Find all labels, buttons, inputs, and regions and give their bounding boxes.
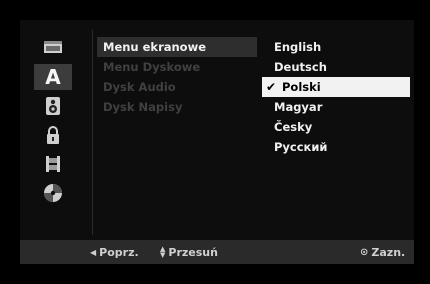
- menu-item-menu-dyskowe[interactable]: Menu Dyskowe: [97, 57, 257, 77]
- language-option-cesky[interactable]: Česky: [262, 117, 410, 137]
- language-icon-glyph: A: [45, 65, 61, 89]
- lock-icon[interactable]: [34, 122, 72, 148]
- speaker-icon-graphic: [46, 97, 60, 115]
- category-icons: A: [20, 30, 90, 235]
- footer-move-hint: ▲ ▼ Przesuń: [160, 240, 218, 264]
- enter-button-icon: ⊙: [360, 246, 369, 258]
- language-option-polski[interactable]: ✔ Polski: [262, 77, 410, 97]
- disc-tray-icon-graphic: [44, 41, 62, 53]
- disc-tray-icon[interactable]: [34, 34, 72, 60]
- disc-icon-graphic: [44, 184, 62, 202]
- footer-hint-bar: ◀ Poprz. ▲ ▼ Przesuń ⊙ Zazn.: [20, 240, 414, 264]
- language-option-magyar[interactable]: Magyar: [262, 97, 410, 117]
- up-down-arrows-icon: ▲ ▼: [160, 245, 166, 259]
- prev-label: Poprz.: [99, 245, 139, 259]
- language-label: Polski: [282, 80, 321, 94]
- language-icon[interactable]: A: [34, 64, 72, 90]
- submenu-list: Menu ekranowe Menu Dyskowe Dysk Audio Dy…: [93, 30, 258, 235]
- audio-speaker-icon[interactable]: [34, 93, 72, 119]
- footer-select-hint: ⊙ Zazn.: [360, 240, 405, 264]
- dvd-setup-screen: A Menu ekranowe Menu Dyskowe Dysk Audio …: [0, 0, 430, 284]
- menu-item-dysk-audio[interactable]: Dysk Audio: [97, 77, 257, 97]
- footer-prev-hint: ◀ Poprz.: [90, 240, 139, 264]
- language-label: Česky: [274, 120, 313, 134]
- language-label: English: [274, 40, 322, 54]
- language-label: Magyar: [274, 100, 323, 114]
- move-label: Przesuń: [168, 245, 218, 259]
- menu-item-menu-ekranowe[interactable]: Menu ekranowe: [97, 37, 257, 57]
- disc-icon[interactable]: [34, 180, 72, 206]
- film-icon-graphic: [46, 156, 60, 172]
- film-icon[interactable]: [34, 151, 72, 177]
- language-options: English Deutsch ✔ Polski Magyar Česky Ру…: [258, 30, 410, 235]
- language-label: Deutsch: [274, 60, 327, 74]
- menu-item-dysk-napisy[interactable]: Dysk Napisy: [97, 97, 257, 117]
- language-option-english[interactable]: English: [262, 37, 410, 57]
- select-label: Zazn.: [371, 245, 406, 259]
- language-option-russian[interactable]: Русский: [262, 137, 410, 157]
- language-label: Русский: [274, 140, 328, 154]
- checkmark-icon: ✔: [266, 80, 277, 94]
- language-option-deutsch[interactable]: Deutsch: [262, 57, 410, 77]
- lock-icon-graphic: [47, 126, 59, 144]
- arrow-left-icon: ◀: [90, 247, 97, 257]
